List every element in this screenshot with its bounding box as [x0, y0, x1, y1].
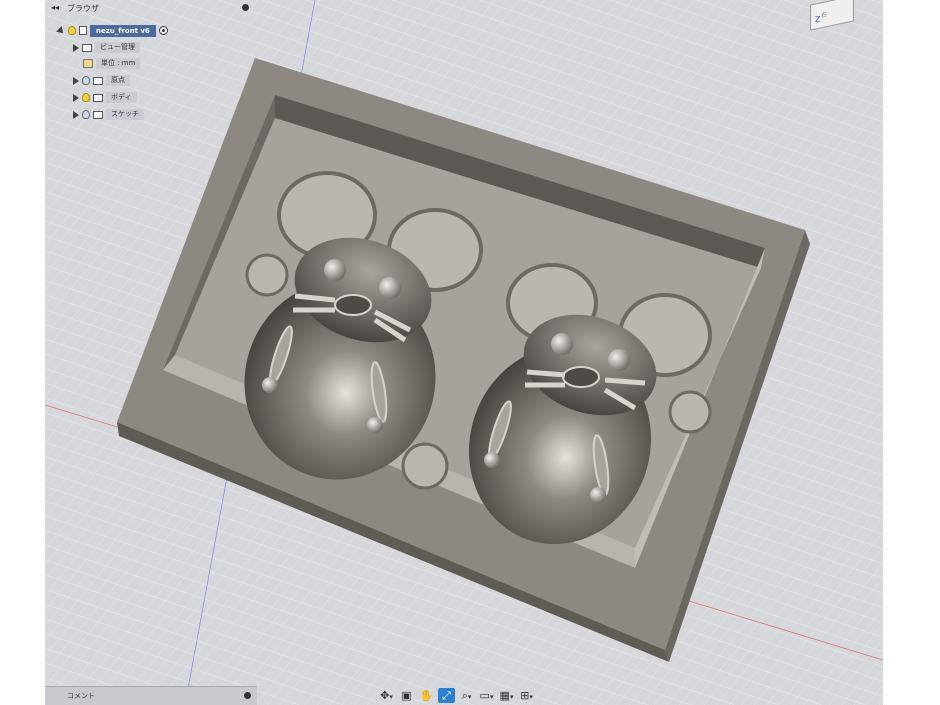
unit-icon [83, 59, 93, 68]
expand-arrow-icon[interactable] [56, 25, 66, 36]
browser-item-bodies[interactable]: ボディ [73, 91, 137, 104]
lightbulb-icon[interactable] [82, 76, 90, 85]
browser-item-label: ビュー管理 [95, 42, 140, 53]
lightbulb-icon[interactable] [68, 26, 76, 35]
browser-item-label: ボディ [106, 92, 137, 103]
left-margin [0, 0, 45, 705]
zoom-window-icon[interactable]: ⤢ [438, 687, 455, 703]
browser-panel: ◂◂ ブラウザ nezu_front v6 ビュー管理 単位 : mm 原点 ボ… [45, 0, 260, 125]
comments-label: コメント [67, 692, 95, 700]
browser-title: ブラウザ [67, 4, 99, 13]
pin-icon[interactable] [244, 692, 251, 699]
grid-icon[interactable]: ▦▾ [498, 688, 515, 703]
lightbulb-icon[interactable] [82, 93, 90, 102]
navigation-toolbar: ✥▾ ▣ ✋ ⤢ ⌕▾ ▭▾ ▦▾ ⊞▾ [378, 686, 535, 704]
browser-header: ◂◂ ブラウザ [45, 0, 257, 20]
expand-arrow-icon[interactable] [73, 93, 79, 102]
zoom-icon[interactable]: ⌕▾ [458, 688, 475, 703]
expand-arrow-icon[interactable] [73, 76, 79, 85]
display-settings-icon[interactable]: ▭▾ [478, 688, 495, 703]
browser-item-origin[interactable]: 原点 [73, 74, 130, 87]
browser-item-units[interactable]: 単位 : mm [83, 57, 141, 70]
browser-item-sketches[interactable]: スケッチ [73, 108, 144, 121]
browser-item-label: 単位 : mm [96, 58, 141, 69]
collapse-icon[interactable]: ◂◂ [51, 3, 59, 12]
folder-icon [93, 110, 103, 119]
pin-icon[interactable] [242, 4, 249, 11]
root-component-label: nezu_front v6 [90, 24, 156, 37]
browser-item-view-management[interactable]: ビュー管理 [73, 41, 140, 54]
look-at-icon[interactable]: ▣ [398, 688, 415, 703]
orbit-icon[interactable]: ✥▾ [378, 688, 395, 703]
lightbulb-icon[interactable] [82, 110, 90, 119]
browser-item-label: スケッチ [106, 109, 144, 120]
viewports-icon[interactable]: ⊞▾ [518, 688, 535, 703]
folder-icon [93, 93, 103, 102]
browser-root-node[interactable]: nezu_front v6 [56, 24, 168, 37]
pan-icon[interactable]: ✋ [418, 688, 435, 703]
activate-radio-icon[interactable] [158, 26, 168, 35]
viewcube-face-label: 右 [821, 11, 828, 20]
folder-icon [93, 76, 103, 85]
expand-arrow-icon[interactable] [73, 43, 79, 52]
document-icon [79, 26, 87, 35]
browser-item-label: 原点 [106, 75, 130, 86]
right-margin [883, 0, 940, 705]
folder-icon [82, 43, 92, 52]
axis-z-label: Z [815, 15, 821, 24]
expand-arrow-icon[interactable] [73, 110, 79, 119]
comments-panel[interactable]: コメント [45, 686, 257, 705]
